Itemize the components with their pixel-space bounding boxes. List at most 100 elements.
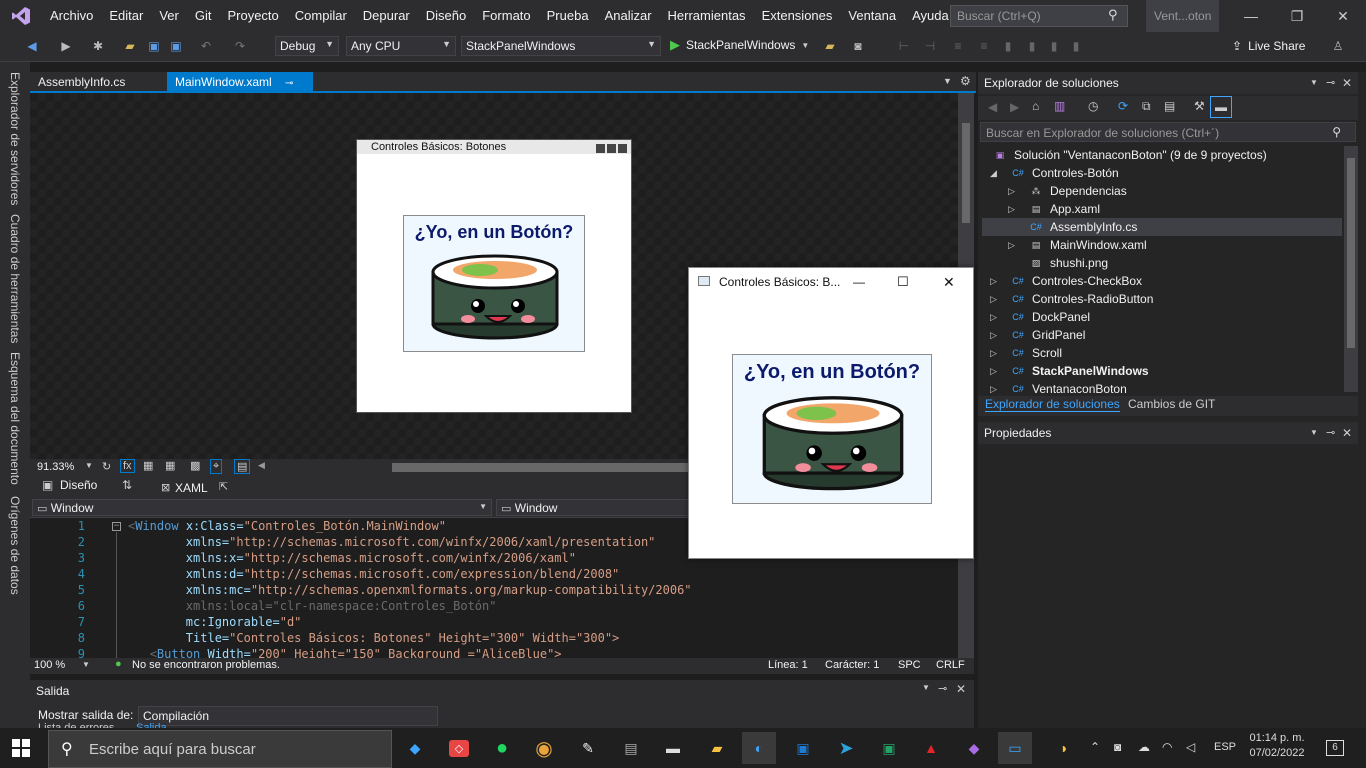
tree-item[interactable]: ▷ ⁂ Dependencias	[982, 182, 1342, 200]
tree-item[interactable]: ◢ C# Controles-Botón	[982, 164, 1342, 182]
snap-grid-icon[interactable]: ▦	[165, 459, 175, 472]
terminal-icon[interactable]: ▬	[656, 732, 690, 764]
document-outline-tab[interactable]: Esquema del documento	[8, 352, 22, 485]
scroll-left-icon[interactable]: ◀	[258, 460, 265, 471]
close-icon[interactable]: ✕	[1342, 422, 1352, 444]
pin-icon[interactable]: ⊸	[1326, 422, 1335, 444]
collapsed-arrow-icon[interactable]: ▷	[990, 290, 997, 308]
tree-item[interactable]: ▷ C# StackPanelWindows	[982, 362, 1342, 380]
collapsed-arrow-icon[interactable]: ▷	[990, 344, 997, 362]
menu-item-prueba[interactable]: Prueba	[539, 0, 597, 32]
grid-icon[interactable]: ▦	[143, 459, 153, 472]
char-indicator[interactable]: Carácter: 1	[825, 659, 879, 671]
chevron-down-icon[interactable]: ▼	[1310, 72, 1318, 94]
snap-lines-icon[interactable]: ⌖	[210, 459, 223, 474]
designer-button-preview[interactable]: ¿Yo, en un Botón?	[403, 215, 585, 352]
menu-item-diseño[interactable]: Diseño	[418, 0, 474, 32]
chevron-down-icon[interactable]: ▼	[82, 660, 90, 669]
collapse-all-icon[interactable]: ⧉	[1142, 99, 1151, 114]
tab-solution-explorer[interactable]: Explorador de soluciones	[985, 397, 1120, 412]
close-icon[interactable]: ✕	[956, 682, 966, 696]
tab-git-changes[interactable]: Cambios de GIT	[1128, 397, 1215, 411]
pin-icon[interactable]: ⊸	[1326, 72, 1335, 94]
run-button[interactable]: ▶ StackPanelWindows ▼	[670, 37, 809, 53]
tree-item[interactable]: ▨ shushi.png	[982, 254, 1342, 272]
menu-item-herramientas[interactable]: Herramientas	[660, 0, 754, 32]
save-all-icon[interactable]: ▣	[168, 38, 184, 54]
close-icon[interactable]: ✕	[1342, 72, 1352, 94]
tree-item[interactable]: ▷ C# DockPanel	[982, 308, 1342, 326]
effects-icon[interactable]: fx	[120, 459, 135, 473]
pin-icon[interactable]: ⊸	[938, 682, 947, 695]
bookmark-clear-icon[interactable]: ▮	[1068, 38, 1084, 54]
close-icon[interactable]: ✕	[943, 268, 955, 296]
chevron-down-icon[interactable]: ▼	[922, 683, 930, 692]
visual-studio-logo-icon[interactable]	[0, 0, 42, 32]
bookmark-next-icon[interactable]: ▮	[1046, 38, 1062, 54]
refresh-icon[interactable]: ↻	[102, 460, 111, 473]
tree-scrollbar[interactable]	[1344, 146, 1358, 392]
running-window-titlebar[interactable]: Controles Básicos: B... — ☐ ✕	[689, 268, 973, 296]
code-line[interactable]: 4 xmlns:d="http://schemas.microsoft.com/…	[30, 566, 970, 582]
live-share-button[interactable]: ⇪ Live Share	[1232, 39, 1305, 53]
gear-icon[interactable]: ⚙	[960, 74, 971, 88]
taskbar-search-box[interactable]: ⚲ Escribe aquí para buscar	[48, 730, 392, 768]
align-center-icon[interactable]: ⊣	[922, 38, 938, 54]
solution-search-input[interactable]: Buscar en Explorador de soluciones (Ctrl…	[980, 122, 1356, 142]
outlook-icon[interactable]: ▣	[786, 732, 820, 764]
code-line[interactable]: 6 xmlns:local="clr-namespace:Controles_B…	[30, 598, 970, 614]
close-icon[interactable]: ✕	[1320, 0, 1366, 32]
back-icon[interactable]: ◀	[24, 38, 40, 54]
menu-item-formato[interactable]: Formato	[474, 0, 538, 32]
tree-item[interactable]: ▷ ▤ App.xaml	[982, 200, 1342, 218]
design-tab[interactable]: Diseño	[60, 478, 97, 492]
editor-zoom[interactable]: 100 %	[34, 659, 65, 671]
preview-icon[interactable]: ▬	[1210, 96, 1232, 118]
excel-icon[interactable]: ▣	[872, 732, 906, 764]
chevron-down-icon[interactable]: ▼	[85, 461, 93, 470]
vscode-icon[interactable]: ◆	[398, 732, 432, 764]
swap-panes-icon[interactable]: ⇅	[122, 478, 132, 492]
network-icon[interactable]: ▤	[614, 732, 648, 764]
tree-item[interactable]: ▷ ▤ MainWindow.xaml	[982, 236, 1342, 254]
horizontal-scrollbar-thumb[interactable]	[392, 463, 692, 472]
menu-item-git[interactable]: Git	[187, 0, 220, 32]
back-icon[interactable]: ◀	[988, 100, 997, 114]
onedrive-icon[interactable]: ☁	[1138, 740, 1150, 754]
minimize-icon[interactable]: —	[1228, 0, 1274, 32]
line-ending-indicator[interactable]: CRLF	[936, 659, 965, 671]
menu-item-extensiones[interactable]: Extensiones	[754, 0, 841, 32]
tree-item[interactable]: ▷ C# GridPanel	[982, 326, 1342, 344]
code-line[interactable]: 7 mc:Ignorable="d"	[30, 614, 970, 630]
undo-icon[interactable]: ↶	[198, 38, 214, 54]
acrobat-icon[interactable]: ▲	[914, 732, 948, 764]
menu-item-analizar[interactable]: Analizar	[597, 0, 660, 32]
meet-now-icon[interactable]: ◙	[1114, 740, 1121, 754]
device-icon[interactable]: ▤	[234, 459, 251, 474]
checker-icon[interactable]: ▩	[190, 459, 200, 472]
search-icon[interactable]: ⚲	[1108, 7, 1118, 23]
collapsed-arrow-icon[interactable]: ▷	[990, 308, 997, 326]
search-input[interactable]: Buscar (Ctrl+Q)	[950, 5, 1128, 27]
zoom-select[interactable]: 91.33%	[37, 461, 74, 473]
forward-icon[interactable]: ▶	[1010, 100, 1019, 114]
new-project-icon[interactable]: ✱	[90, 38, 106, 54]
windows-start-icon[interactable]	[12, 739, 30, 760]
spotify-icon[interactable]: ●	[485, 732, 519, 764]
output-source-select[interactable]: Compilación	[138, 706, 438, 726]
collapsed-arrow-icon[interactable]: ▷	[990, 362, 997, 380]
designer-window-preview[interactable]: Controles Básicos: Botones ¿Yo, en un Bo…	[356, 139, 632, 413]
bookmark-prev-icon[interactable]: ▮	[1024, 38, 1040, 54]
running-app-window[interactable]: Controles Básicos: B... — ☐ ✕ ¿Yo, en un…	[688, 267, 974, 559]
align-icon[interactable]: ⊢	[896, 38, 912, 54]
tab-list-dropdown-icon[interactable]: ▼	[943, 76, 952, 86]
menu-item-ayuda[interactable]: Ayuda	[904, 0, 957, 32]
code-line[interactable]: 5 xmlns:mc="http://schemas.openxmlformat…	[30, 582, 970, 598]
edge-icon[interactable]: ◐	[742, 732, 776, 764]
notification-center-icon[interactable]: 6	[1326, 740, 1344, 756]
bookmark-icon[interactable]: ▮	[1000, 38, 1016, 54]
language-indicator[interactable]: ESP	[1214, 741, 1236, 753]
weather-icon[interactable]: ◑	[1046, 732, 1080, 764]
configuration-select[interactable]: Debug ▼	[275, 36, 339, 56]
sushi-button[interactable]: ¿Yo, en un Botón?	[732, 354, 932, 504]
